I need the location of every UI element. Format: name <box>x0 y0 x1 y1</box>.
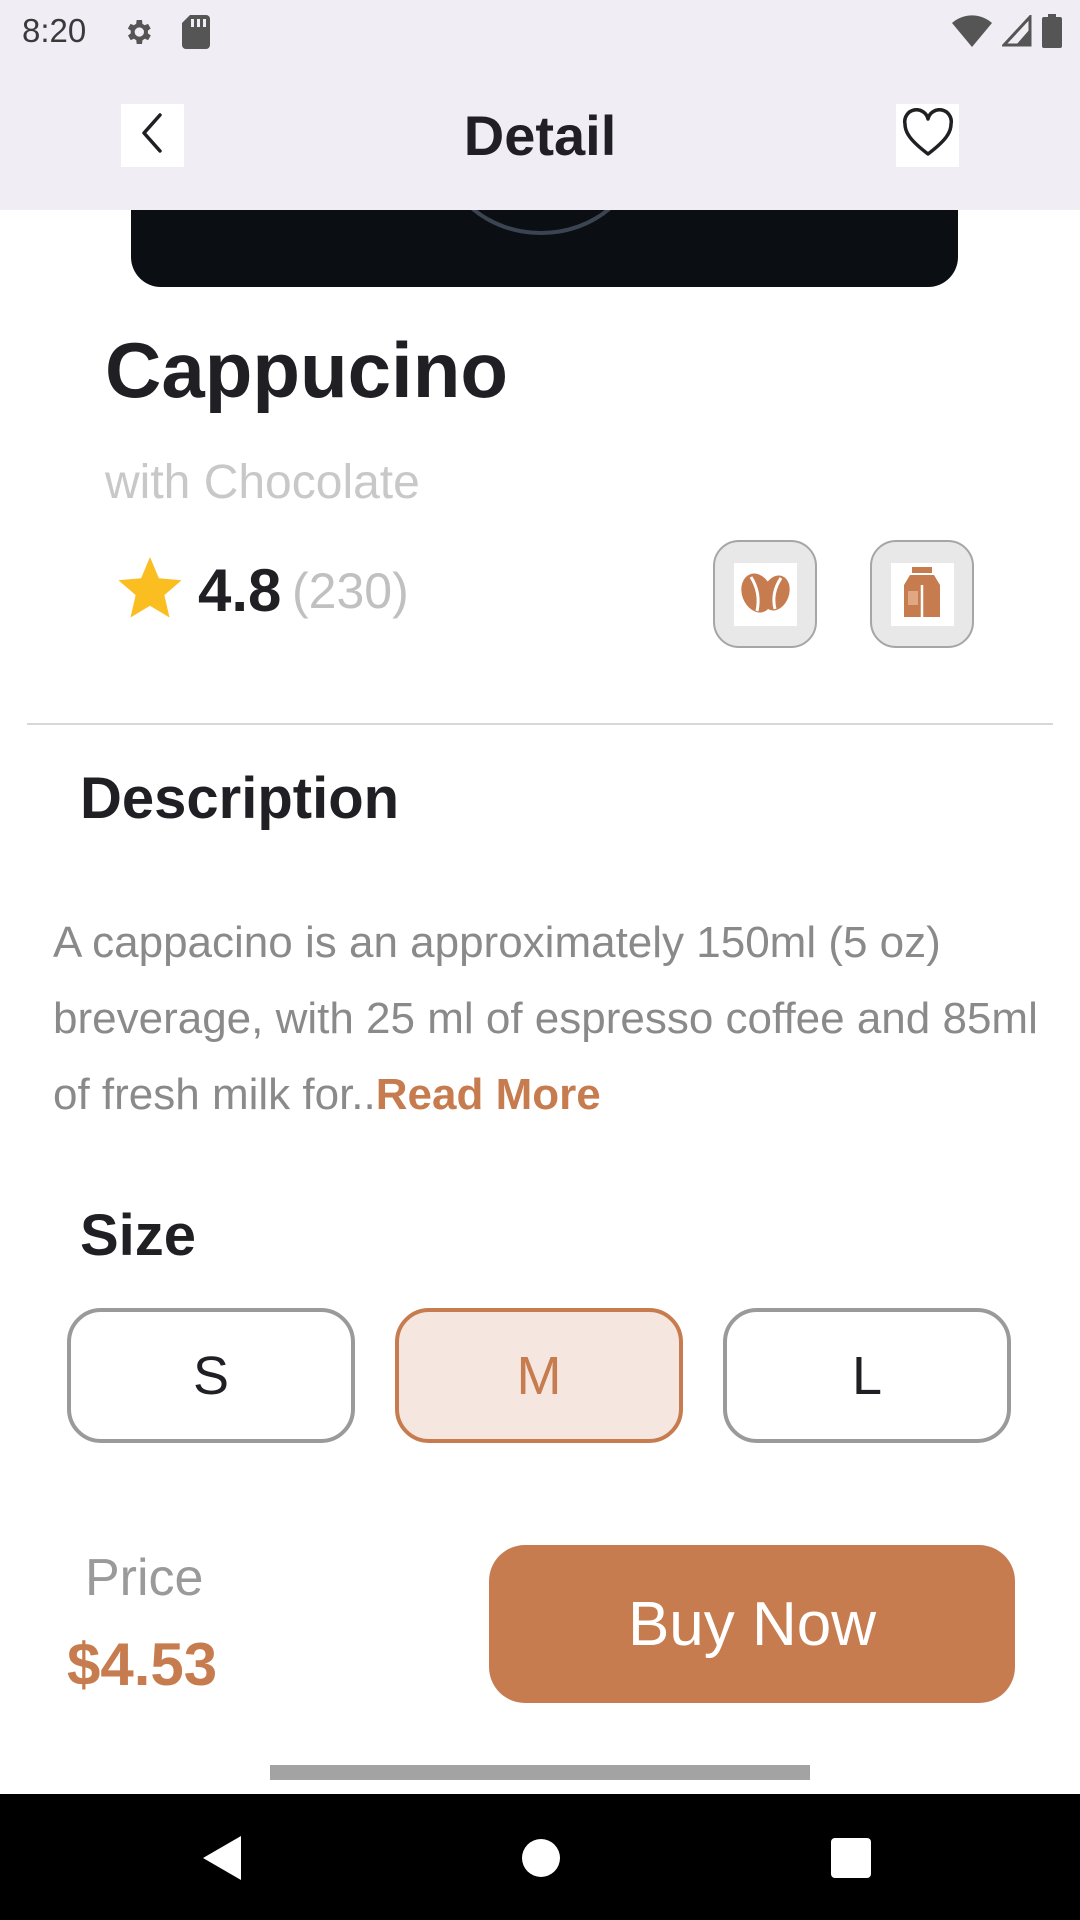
divider <box>27 723 1053 725</box>
coffee-bean-feature <box>713 540 817 648</box>
sd-card-icon <box>182 15 210 54</box>
star-icon <box>115 557 185 628</box>
status-time: 8:20 <box>22 12 87 49</box>
battery-icon <box>1042 14 1062 53</box>
description-text: A cappacino is an approximately 150ml (5… <box>53 905 1053 1133</box>
read-more-link[interactable]: Read More <box>376 1070 601 1119</box>
milk-carton-icon <box>902 566 942 622</box>
product-name: Cappucino <box>105 326 508 414</box>
app-bar: Detail <box>0 63 1080 210</box>
price-value: $4.53 <box>67 1631 218 1698</box>
home-indicator[interactable] <box>270 1765 810 1780</box>
size-option-l[interactable]: L <box>723 1308 1011 1443</box>
favorite-button[interactable] <box>896 104 959 167</box>
heart-icon <box>901 108 955 163</box>
nav-back-icon[interactable] <box>203 1836 243 1885</box>
cup-image-detail <box>441 210 641 235</box>
size-option-m[interactable]: M <box>395 1308 683 1443</box>
price-label: Price <box>85 1549 204 1607</box>
cell-signal-icon <box>1000 13 1032 52</box>
milk-feature <box>870 540 974 648</box>
rating-count: (230) <box>292 563 409 619</box>
settings-gear-icon <box>122 16 154 53</box>
navigation-bar <box>0 1794 1080 1920</box>
rating-value: 4.8 <box>198 557 282 624</box>
nav-home-icon[interactable] <box>521 1838 561 1883</box>
size-title: Size <box>80 1203 197 1268</box>
nav-recents-icon[interactable] <box>831 1838 871 1883</box>
buy-now-button[interactable]: Buy Now <box>489 1545 1015 1703</box>
product-subtitle: with Chocolate <box>105 456 420 509</box>
size-option-s[interactable]: S <box>67 1308 355 1443</box>
product-image <box>131 210 958 287</box>
status-indicators <box>952 13 1062 53</box>
description-title: Description <box>80 766 400 831</box>
coffee-bean-icon <box>737 569 793 620</box>
wifi-icon <box>952 15 992 52</box>
status-bar: 8:20 <box>0 0 1080 63</box>
